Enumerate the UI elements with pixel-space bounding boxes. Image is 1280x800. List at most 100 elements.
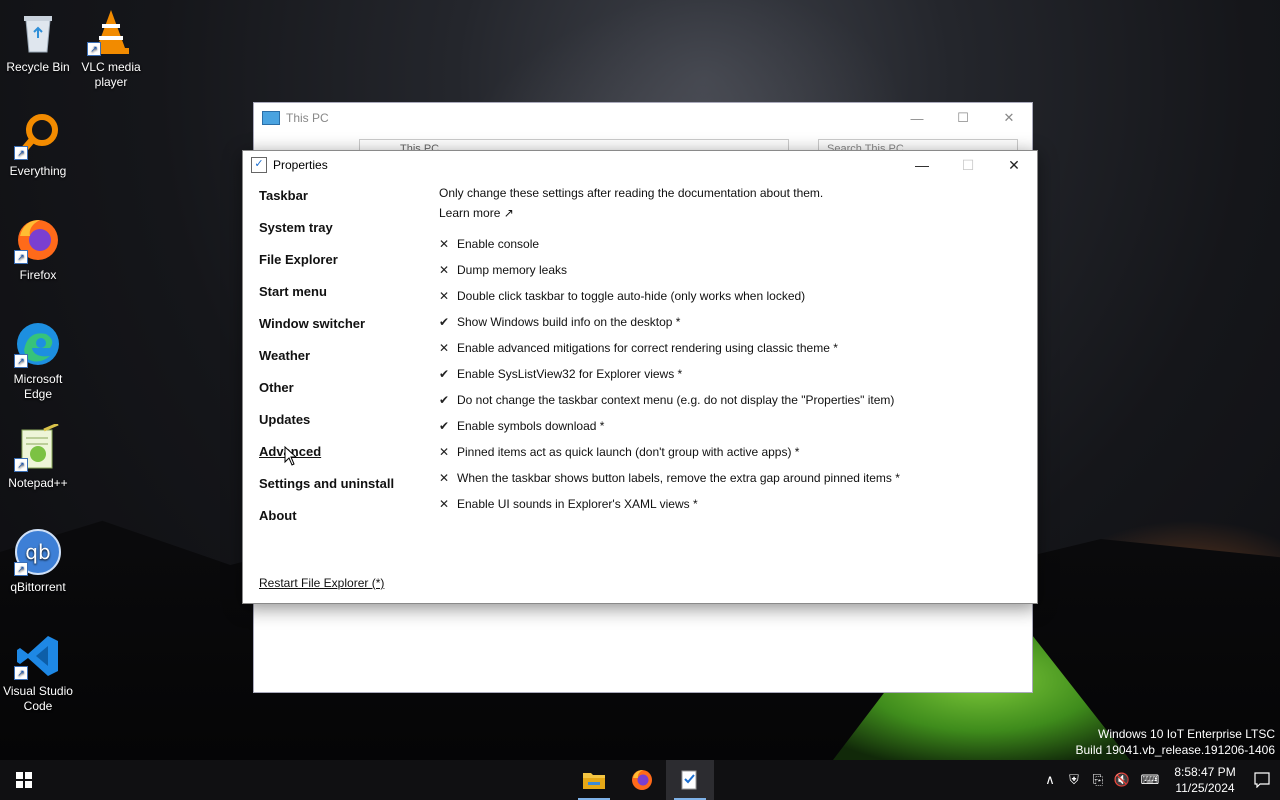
learn-more-link[interactable]: Learn more ↗ (439, 205, 1019, 231)
desktop-icon-everything[interactable]: ↗ Everything (0, 112, 76, 179)
close-button[interactable]: ✕ (986, 103, 1032, 133)
shortcut-arrow-icon: ↗ (14, 666, 28, 680)
close-button[interactable]: ✕ (991, 151, 1037, 179)
nav-item-label: System tray (259, 220, 333, 235)
desktop-icon-qbittorrent[interactable]: qb ↗ qBittorrent (0, 528, 76, 595)
nav-item-label: Settings and uninstall (259, 476, 395, 491)
checkmark-icon[interactable]: ✔ (439, 393, 457, 407)
shortcut-arrow-icon: ↗ (14, 354, 28, 368)
shortcut-arrow-icon: ↗ (14, 146, 28, 160)
shortcut-arrow-icon: ↗ (14, 562, 28, 576)
cross-icon[interactable]: ✕ (439, 445, 457, 459)
notification-icon (1254, 772, 1270, 788)
desktop-icon-vscode[interactable]: ↗ Visual Studio Code (0, 632, 76, 714)
desktop-icon-recycle-bin[interactable]: Recycle Bin (0, 8, 76, 75)
explorer-title: This PC (286, 111, 329, 125)
minimize-button[interactable]: — (899, 151, 945, 179)
intro-text: Only change these settings after reading… (439, 186, 824, 200)
chevron-up-icon[interactable]: ∧ (1038, 760, 1062, 800)
taskbar-firefox[interactable] (618, 760, 666, 800)
firefox-icon (632, 770, 652, 790)
network-icon[interactable]: ⎘ (1086, 760, 1110, 800)
settings-nav: Taskbar System tray File Explorer Start men… (259, 185, 429, 537)
cross-icon[interactable]: ✕ (439, 497, 457, 511)
taskbar-file-explorer[interactable] (570, 760, 618, 800)
svg-text:qb: qb (25, 540, 50, 564)
cross-icon[interactable]: ✕ (439, 341, 457, 355)
desktop-icon-vlc[interactable]: ↗ VLC media player (73, 8, 149, 90)
option-row[interactable]: ✕ Pinned items act as quick launch (don't… (439, 439, 1019, 465)
notification-center-button[interactable] (1244, 760, 1280, 800)
option-label: Enable UI sounds in Explorer's XAML view… (457, 497, 698, 511)
option-label: Show Windows build info on the desktop * (457, 315, 681, 329)
edge-icon: ↗ (14, 320, 62, 368)
desktop-icon-label: qBittorrent (10, 580, 66, 594)
properties-dialog[interactable]: ✓ Properties — ☐ ✕ Taskbar System tray Fil… (242, 150, 1038, 604)
options-list: ✕ Enable console ✕ Dump memory leaks ✕ Double… (439, 231, 1019, 517)
desktop-icon-notepadpp[interactable]: ↗ Notepad++ (0, 422, 76, 491)
nav-item-label: Window switcher (259, 316, 366, 331)
option-row[interactable]: ✕ Enable console (439, 231, 1019, 257)
option-row[interactable]: ✕ Enable advanced mitigations for correct… (439, 335, 1019, 361)
build-info-edition: Windows 10 IoT Enterprise LTSC (1098, 727, 1275, 741)
nav-item-updates[interactable]: Updates (259, 409, 429, 441)
cross-icon[interactable]: ✕ (439, 237, 457, 251)
cross-icon[interactable]: ✕ (439, 263, 457, 277)
nav-item-about[interactable]: About (259, 505, 429, 537)
option-row[interactable]: ✕ Double click taskbar to toggle auto-hid… (439, 283, 1019, 309)
desktop-icon-firefox[interactable]: ↗ Firefox (0, 216, 76, 283)
recycle-bin-icon (14, 8, 62, 56)
vlc-cone-icon: ↗ (87, 8, 135, 56)
security-icon[interactable]: ⛨ (1062, 760, 1086, 800)
option-label: Enable symbols download * (457, 419, 605, 433)
option-row[interactable]: ✔ Enable SysListView32 for Explorer views… (439, 361, 1019, 387)
folder-icon (583, 773, 605, 789)
option-row[interactable]: ✔ Show Windows build info on the desktop … (439, 309, 1019, 335)
taskbar: ∧ ⛨ ⎘ 🔇 ⌨ 8:58:47 PM 11/25/2024 (0, 760, 1280, 800)
keyboard-icon[interactable]: ⌨ (1134, 760, 1166, 800)
nav-item-label: About (259, 508, 297, 523)
windows-logo-icon (16, 772, 32, 788)
dialog-title: Properties (273, 158, 328, 172)
desktop-icon-label: Notepad++ (8, 476, 68, 490)
desktop-icon-edge[interactable]: ↗ Microsoft Edge (0, 320, 76, 402)
taskbar-properties[interactable] (666, 760, 714, 800)
minimize-button[interactable]: — (894, 103, 940, 133)
clock[interactable]: 8:58:47 PM 11/25/2024 (1166, 764, 1244, 796)
nav-item-file-explorer[interactable]: File Explorer (259, 249, 429, 281)
restart-explorer-link[interactable]: Restart File Explorer (*) (259, 576, 384, 590)
desktop-icon-label: Recycle Bin (6, 60, 70, 74)
nav-item-settings-and-uninstall[interactable]: Settings and uninstall (259, 473, 429, 505)
nav-item-label: Start menu (259, 284, 327, 299)
computer-icon (262, 111, 280, 125)
nav-item-label: Taskbar (259, 188, 308, 203)
nav-item-taskbar[interactable]: Taskbar (259, 185, 429, 217)
checkmark-icon[interactable]: ✔ (439, 315, 457, 329)
desktop-icon-label: Microsoft Edge (13, 372, 63, 401)
nav-item-other[interactable]: Other (259, 377, 429, 409)
notepadpp-icon: ↗ (14, 422, 62, 472)
desktop-icon-label: Everything (9, 164, 67, 178)
cross-icon[interactable]: ✕ (439, 289, 457, 303)
option-label: Double click taskbar to toggle auto-hide… (457, 289, 806, 303)
nav-item-window-switcher[interactable]: Window switcher (259, 313, 429, 345)
option-row[interactable]: ✕ Dump memory leaks (439, 257, 1019, 283)
cross-icon[interactable]: ✕ (439, 471, 457, 485)
option-row[interactable]: ✕ Enable UI sounds in Explorer's XAML vie… (439, 491, 1019, 517)
checkmark-icon[interactable]: ✔ (439, 419, 457, 433)
checkmark-icon[interactable]: ✔ (439, 367, 457, 381)
mouse-cursor (284, 445, 298, 471)
option-row[interactable]: ✔ Enable symbols download * (439, 413, 1019, 439)
nav-item-start-menu[interactable]: Start menu (259, 281, 429, 313)
build-info-build: Build 19041.vb_release.191206-1406 (1075, 743, 1276, 757)
volume-muted-icon[interactable]: 🔇 (1110, 760, 1134, 800)
nav-item-system-tray[interactable]: System tray (259, 217, 429, 249)
start-button[interactable] (0, 760, 48, 800)
option-label: Dump memory leaks (457, 263, 568, 277)
nav-item-weather[interactable]: Weather (259, 345, 429, 377)
maximize-button[interactable]: ☐ (940, 103, 986, 133)
everything-search-icon: ↗ (14, 112, 62, 160)
option-row[interactable]: ✔ Do not change the taskbar context menu … (439, 387, 1019, 413)
shortcut-arrow-icon: ↗ (87, 42, 101, 56)
option-row[interactable]: ✕ When the taskbar shows button labels, r… (439, 465, 1019, 491)
